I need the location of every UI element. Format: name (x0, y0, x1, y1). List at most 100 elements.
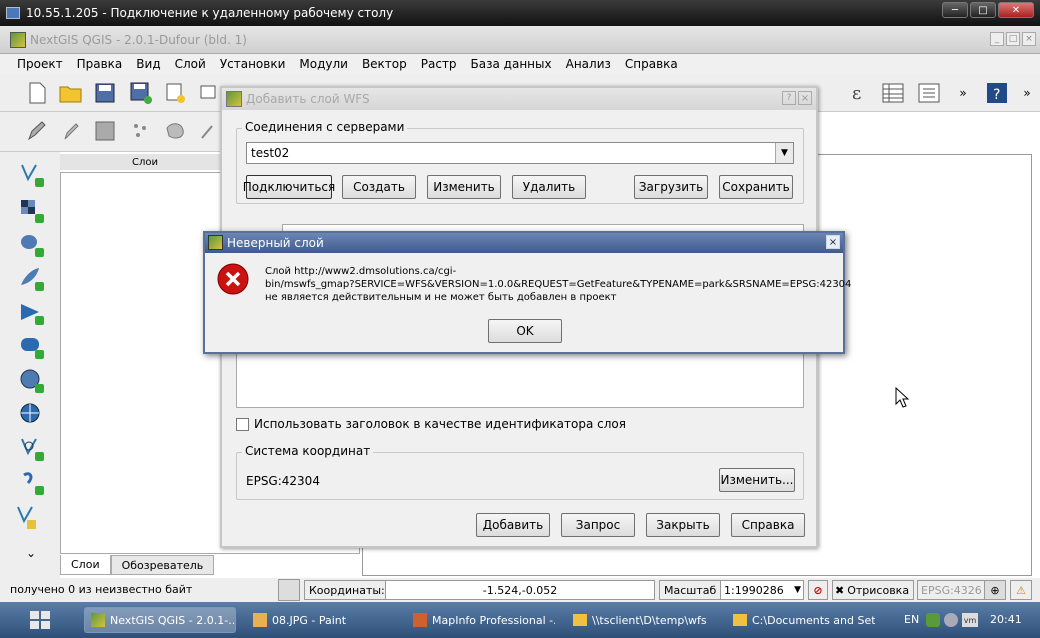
title-as-id-checkbox[interactable] (236, 418, 249, 431)
rdp-title: 10.55.1.205 - Подключение к удаленному р… (26, 6, 394, 20)
save-button[interactable]: Сохранить (719, 175, 793, 199)
menu-view[interactable]: Вид (129, 57, 167, 71)
add-raster-layer-icon[interactable] (18, 198, 44, 224)
new-layer-dropdown-icon[interactable] (14, 504, 40, 530)
projection-icon[interactable]: ⊕ (984, 580, 1006, 600)
menu-vector[interactable]: Вектор (355, 57, 414, 71)
error-message-line3: не является действительным и не может бы… (265, 292, 617, 303)
add-mssql-layer-icon[interactable] (18, 300, 44, 326)
error-dialog-icon (208, 235, 223, 250)
node-tool-icon[interactable] (196, 118, 222, 144)
add-wfs-layer-icon[interactable] (18, 436, 44, 462)
tray-vm-icon[interactable]: vm (962, 613, 978, 627)
connection-select[interactable]: test02 ▼ (246, 142, 794, 164)
stop-render-icon[interactable]: ⊘ (808, 580, 828, 600)
qgis-minimize-icon[interactable]: _ (990, 32, 1004, 46)
add-postgis-layer-icon[interactable] (18, 232, 44, 258)
composer-manager-icon[interactable] (196, 80, 222, 106)
crs-status-button[interactable]: EPSG:4326 (917, 580, 986, 600)
tray-network-icon[interactable] (944, 613, 958, 627)
save-as-icon[interactable] (128, 80, 154, 106)
edit-button[interactable]: Изменить (427, 175, 501, 199)
task-folder-documents[interactable]: C:\Documents and Set... (726, 607, 876, 633)
save-project-icon[interactable] (92, 80, 118, 106)
task-folder-wfs[interactable]: \\tsclient\D\temp\wfs (566, 607, 716, 633)
save-edits-icon[interactable] (92, 118, 118, 144)
mouse-cursor-icon (895, 387, 909, 408)
epsilon-icon[interactable]: ε (846, 80, 872, 106)
close-button[interactable]: Закрыть (646, 513, 720, 537)
tab-browser[interactable]: Обозреватель (110, 555, 215, 575)
menu-edit[interactable]: Правка (70, 57, 130, 71)
scale-chevron-icon[interactable]: ▼ (794, 585, 801, 595)
add-vector-layer-icon[interactable] (18, 162, 44, 188)
start-button[interactable] (10, 608, 70, 632)
maximize-icon[interactable]: □ (970, 2, 996, 18)
add-spatialite-layer-icon[interactable] (18, 266, 44, 292)
ok-button[interactable]: OK (488, 319, 562, 343)
menu-settings[interactable]: Установки (213, 57, 293, 71)
connection-select-value: test02 (251, 146, 290, 160)
invalid-layer-dialog: Неверный слой × Слой http://www2.dmsolut… (203, 231, 851, 354)
render-checkbox[interactable]: ✖ Отрисовка (832, 580, 914, 600)
add-button[interactable]: Добавить (476, 513, 550, 537)
scale-value: 1:1990286 (724, 583, 784, 597)
new-print-composer-icon[interactable] (162, 80, 188, 106)
mouse-coords-toggle-icon[interactable] (278, 579, 300, 601)
create-button[interactable]: Создать (342, 175, 416, 199)
task-folder-documents-label: C:\Documents and Set... (752, 613, 876, 627)
new-project-icon[interactable] (24, 80, 50, 106)
status-bar: получено 0 из неизвестно байт Координаты… (0, 578, 1040, 602)
crs-change-button[interactable]: Изменить... (719, 468, 795, 492)
error-close-icon[interactable]: × (826, 235, 840, 249)
move-feature-icon[interactable] (162, 118, 188, 144)
close-icon[interactable]: ✕ (998, 2, 1034, 18)
add-delimited-text-icon[interactable] (18, 470, 44, 496)
coords-input[interactable]: -1.524,-0.052 (385, 580, 655, 600)
delete-button[interactable]: Удалить (512, 175, 586, 199)
chevron-down-icon[interactable]: ▼ (775, 143, 793, 163)
crs-label: Система координат (242, 444, 374, 458)
wfs-help-icon[interactable]: ? (782, 91, 796, 105)
menu-plugins[interactable]: Модули (292, 57, 355, 71)
help-button[interactable]: Справка (731, 513, 805, 537)
add-wms-layer-icon[interactable] (18, 368, 44, 394)
menu-help[interactable]: Справка (618, 57, 685, 71)
minimize-icon[interactable]: ─ (942, 2, 968, 18)
task-qgis-label: NextGIS QGIS - 2.0.1-... (110, 613, 236, 627)
menu-analysis[interactable]: Анализ (559, 57, 618, 71)
wfs-close-icon[interactable]: × (798, 91, 812, 105)
clock: 20:41 (990, 613, 1022, 626)
qgis-close-icon[interactable]: × (1022, 32, 1036, 46)
more-icon[interactable]: » (1014, 80, 1040, 106)
menu-database[interactable]: База данных (464, 57, 559, 71)
connect-button[interactable]: Подключиться (243, 175, 335, 199)
task-qgis[interactable]: NextGIS QGIS - 2.0.1-... (84, 607, 236, 633)
statistics-icon[interactable] (916, 80, 942, 106)
add-oracle-layer-icon[interactable] (18, 334, 44, 360)
open-project-icon[interactable] (58, 80, 84, 106)
qgis-maximize-icon[interactable]: □ (1006, 32, 1020, 46)
messages-warning-icon[interactable]: ⚠ (1010, 580, 1032, 600)
expand-toolbar-icon[interactable]: ⌄ (18, 540, 44, 566)
attribute-table-icon[interactable] (880, 80, 906, 106)
task-paint[interactable]: 08.JPG - Paint (246, 607, 396, 633)
pencil-icon[interactable] (58, 118, 84, 144)
add-feature-icon[interactable] (128, 118, 154, 144)
menu-layer[interactable]: Слой (168, 57, 213, 71)
tab-layers[interactable]: Слои (60, 555, 111, 575)
more-tools-icon[interactable]: » (950, 80, 976, 106)
svg-text:ε: ε (852, 83, 861, 104)
load-button[interactable]: Загрузить (634, 175, 708, 199)
task-mapinfo[interactable]: MapInfo Professional -... (406, 607, 556, 633)
toggle-editing-icon[interactable] (24, 118, 50, 144)
menu-project[interactable]: Проект (10, 57, 70, 71)
layers-list[interactable] (236, 348, 804, 408)
add-wcs-layer-icon[interactable] (18, 402, 44, 428)
help-icon[interactable]: ? (984, 80, 1010, 106)
tray-shield-icon[interactable] (926, 613, 940, 627)
scale-combobox[interactable]: 1:1990286 ▼ (720, 580, 804, 600)
menu-raster[interactable]: Растр (414, 57, 464, 71)
language-indicator[interactable]: EN (904, 613, 919, 626)
query-button[interactable]: Запрос (561, 513, 635, 537)
